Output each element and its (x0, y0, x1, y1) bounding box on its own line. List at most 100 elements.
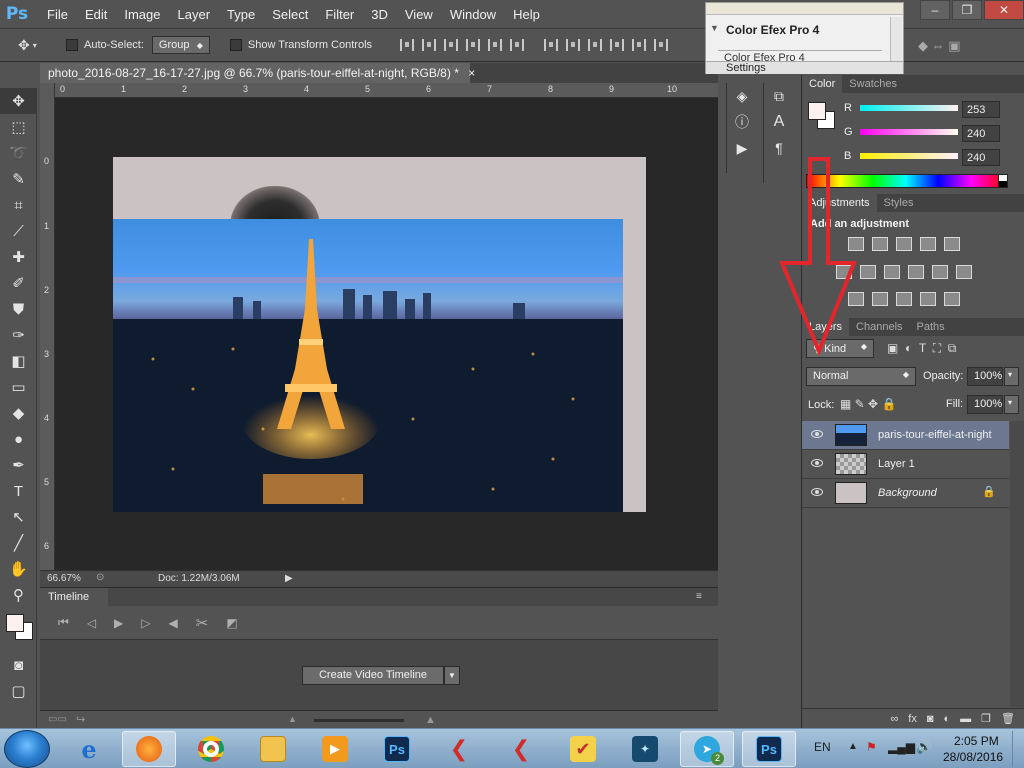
collapse-arrow-icon[interactable]: ▼ (710, 23, 719, 33)
convert-icon[interactable]: ↪ (76, 713, 85, 726)
photoshop-logo[interactable]: Ps (0, 0, 34, 28)
tasks-taskbar-icon[interactable]: ✔ (556, 731, 610, 767)
volume-icon[interactable]: 🔊 (916, 739, 932, 755)
marquee-tool-icon[interactable]: ⬚ (0, 114, 37, 140)
distribute-top-icon[interactable] (544, 39, 559, 51)
path-select-tool-icon[interactable]: ↖ (0, 504, 37, 530)
audio-icon[interactable]: ◀ (169, 616, 178, 630)
telegram-taskbar-icon[interactable]: ➤ 2 (680, 731, 734, 767)
green-slider[interactable] (860, 129, 958, 135)
action-center-flag-icon[interactable]: ⚑ (866, 740, 877, 754)
color-panel-fg-swatch[interactable] (808, 102, 826, 120)
ie-taskbar-icon[interactable]: e (62, 731, 116, 767)
menu-edit[interactable]: Edit (85, 7, 107, 22)
auto-select-dropdown[interactable]: Group ◆ (151, 36, 210, 54)
actions-play-icon[interactable]: ▶ (727, 135, 757, 161)
flashget-2-taskbar-icon[interactable]: ❮ (494, 731, 548, 767)
history-brush-tool-icon[interactable]: ✑ (0, 322, 37, 348)
visibility-eye-icon[interactable] (811, 488, 823, 496)
type-tool-icon[interactable]: T (0, 478, 37, 504)
play-icon[interactable]: ▶ (114, 616, 123, 630)
photo-filter-icon[interactable] (908, 265, 924, 279)
align-bottom-icon[interactable] (444, 39, 459, 51)
opacity-dropdown-icon[interactable]: ▾ (1004, 367, 1019, 386)
tray-expand-icon[interactable]: ▲ (848, 741, 858, 752)
restore-button[interactable]: ❐ (952, 0, 982, 20)
layer-name[interactable]: paris-tour-eiffel-at-night (878, 429, 992, 441)
fill-input[interactable]: 100% (967, 395, 1003, 414)
timeline-menu-icon[interactable]: ≡ (696, 591, 702, 602)
menu-filter[interactable]: Filter (325, 7, 354, 22)
menu-select[interactable]: Select (272, 7, 308, 22)
align-left-icon[interactable] (466, 39, 481, 51)
menu-help[interactable]: Help (513, 7, 540, 22)
red-value-input[interactable]: 253 (962, 101, 1000, 118)
exposure-icon[interactable] (920, 237, 936, 251)
curves-icon[interactable] (896, 237, 912, 251)
eraser-tool-icon[interactable]: ◧ (0, 348, 37, 374)
flashget-taskbar-icon[interactable]: ❮ (432, 731, 486, 767)
menu-view[interactable]: View (405, 7, 433, 22)
gradient-map-icon[interactable] (944, 292, 960, 306)
new-layer-icon[interactable]: ❐ (981, 712, 991, 725)
document-tab[interactable]: photo_2016-08-27_16-17-27.jpg @ 66.7% (p… (40, 63, 475, 83)
move-tool-preset-icon[interactable]: ✥ ▾ (18, 33, 58, 57)
align-vcenter-icon[interactable] (422, 39, 437, 51)
quick-mask-icon[interactable]: ◙ (0, 652, 37, 678)
explorer-taskbar-icon[interactable] (246, 731, 300, 767)
distribute-vcenter-icon[interactable] (566, 39, 581, 51)
layer-filter-icons[interactable]: ▣ ◐ T ⛶ ⧉ (887, 341, 956, 356)
menu-layer[interactable]: Layer (178, 7, 211, 22)
info-panel-icon[interactable]: ⓘ (727, 109, 757, 135)
zoom-out-icon[interactable]: ▲ (288, 714, 297, 724)
visibility-eye-icon[interactable] (811, 459, 823, 467)
move-tool-icon[interactable]: ✥ (0, 88, 37, 114)
brush-tool-icon[interactable]: ✐ (0, 270, 37, 296)
minimize-button[interactable]: – (920, 0, 950, 20)
tab-swatches[interactable]: Swatches (842, 75, 904, 93)
show-transform-checkbox[interactable]: Show Transform Controls (229, 39, 372, 51)
align-top-icon[interactable] (400, 39, 415, 51)
show-desktop-button[interactable] (1012, 731, 1022, 767)
distribute-hcenter-icon[interactable] (632, 39, 647, 51)
quick-select-tool-icon[interactable]: ✎ (0, 166, 37, 192)
gradient-tool-icon[interactable]: ▭ (0, 374, 37, 400)
menu-3d[interactable]: 3D (371, 7, 388, 22)
menu-file[interactable]: File (47, 7, 68, 22)
threshold-icon[interactable] (896, 292, 912, 306)
video-editor-taskbar-icon[interactable]: ✦ (618, 731, 672, 767)
green-value-input[interactable]: 240 (962, 125, 1000, 142)
close-button[interactable]: ✕ (984, 0, 1024, 20)
zoom-tool-icon[interactable]: ⚲ (0, 582, 37, 608)
timeline-tab[interactable]: Timeline (40, 588, 108, 606)
3d-panel-icon[interactable]: ◈ (727, 83, 757, 109)
layer-row-paris[interactable]: paris-tour-eiffel-at-night (802, 421, 1009, 450)
split-scissors-icon[interactable]: ✂ (196, 614, 209, 632)
distribute-right-icon[interactable] (654, 39, 669, 51)
dodge-tool-icon[interactable]: ● (0, 426, 37, 452)
history-panel-icon[interactable]: ⧉ (764, 83, 794, 109)
photoshop-taskbar-icon-pinned[interactable]: Ps (370, 731, 424, 767)
create-timeline-dropdown-icon[interactable]: ▼ (444, 666, 460, 685)
link-layers-icon[interactable]: ∞ (890, 713, 898, 725)
tab-color[interactable]: Color (802, 75, 843, 93)
layer-name[interactable]: Layer 1 (878, 458, 915, 470)
chrome-taskbar-icon[interactable] (184, 731, 238, 767)
3d-mode-icons[interactable]: ◆ ⇔ ▣ (918, 38, 961, 54)
document-tab-close-icon[interactable]: × (468, 66, 475, 80)
paris-night-photo[interactable] (113, 219, 623, 512)
language-indicator[interactable]: EN (814, 740, 831, 754)
clock-time[interactable]: 2:05 PM (954, 734, 999, 748)
pen-tool-icon[interactable]: ✒ (0, 452, 37, 478)
align-right-icon[interactable] (510, 39, 525, 51)
transition-icon[interactable]: ◩ (226, 616, 237, 630)
menu-window[interactable]: Window (450, 7, 496, 22)
photoshop-taskbar-icon-active[interactable]: Ps (742, 731, 796, 767)
next-frame-icon[interactable]: ▷ (141, 616, 150, 630)
vibrance-icon[interactable] (944, 237, 960, 251)
ruler-vertical[interactable]: 0 1 2 3 4 5 6 (40, 83, 55, 571)
auto-select-checkbox[interactable]: Auto-Select: (66, 39, 144, 51)
zoom-level[interactable]: 66.67% (47, 573, 81, 584)
crop-tool-icon[interactable]: ⌗ (0, 192, 37, 218)
menu-image[interactable]: Image (124, 7, 160, 22)
